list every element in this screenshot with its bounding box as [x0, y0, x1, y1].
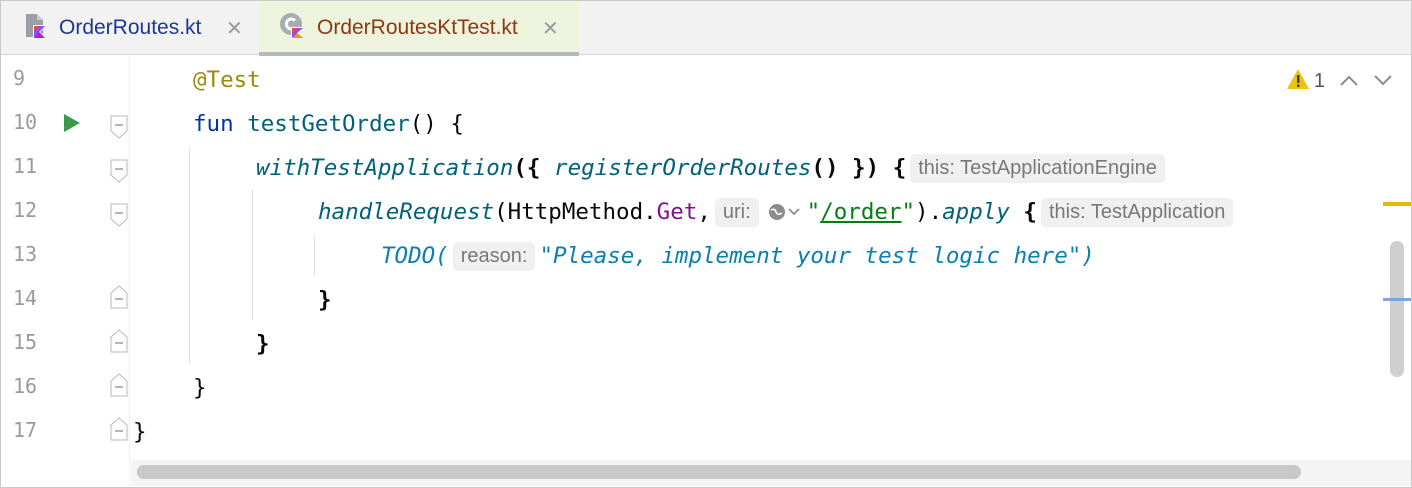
caret-marker: [1383, 298, 1411, 301]
inlay-hint: reason:: [452, 241, 536, 271]
vertical-scrollbar[interactable]: [1390, 241, 1404, 377]
code-editor[interactable]: 9 10 11 12 13 14 15 16 17 @Test fun test…: [1, 56, 1411, 487]
code-line: }: [133, 366, 207, 410]
function-call-token: handleRequest: [318, 199, 495, 225]
punctuation-token: ).: [915, 199, 943, 225]
inlay-hint: uri:: [714, 197, 759, 227]
warning-count: 1: [1313, 69, 1325, 92]
keyword-token: fun: [193, 111, 234, 137]
warning-icon: [1286, 68, 1310, 94]
tab-label: OrderRoutes.kt: [59, 16, 202, 39]
punctuation-token: ,: [697, 199, 711, 225]
code-line: }: [133, 278, 332, 322]
code-line: handleRequest (HttpMethod. Get, uri: "/orde…: [133, 190, 1237, 234]
code-line: TODO(reason: "Please, implement your test…: [133, 234, 1095, 278]
function-call-token: registerOrderRoutes: [554, 155, 812, 181]
close-tab-icon[interactable]: ✕: [226, 16, 243, 40]
code-area[interactable]: @Test fun testGetOrder() { withTestAppli…: [1, 56, 1401, 456]
ide-editor-window: OrderRoutes.kt ✕ OrderRoutesKtTest.kt ✕: [0, 0, 1412, 488]
annotation-token: @Test: [193, 67, 261, 93]
globe-icon[interactable]: [765, 201, 805, 223]
tab-order-routes-test[interactable]: OrderRoutesKtTest.kt ✕: [259, 1, 579, 56]
string-token: "Please, implement your test logic here"…: [539, 243, 1095, 269]
code-line: @Test: [133, 58, 261, 102]
close-tab-icon[interactable]: ✕: [542, 16, 559, 40]
punctuation-token: }: [193, 375, 207, 401]
punctuation-token: }: [256, 331, 270, 357]
chevron-down-icon[interactable]: [1373, 72, 1393, 91]
todo-call-token: TODO(: [381, 243, 449, 269]
function-name-token: testGetOrder: [247, 111, 410, 137]
punctuation-token: }: [318, 287, 332, 313]
tab-label: OrderRoutesKtTest.kt: [317, 16, 518, 39]
inlay-hint: this: TestApplication: [1040, 197, 1234, 227]
kotlin-file-icon: [23, 13, 49, 43]
kotlin-test-file-icon: [279, 12, 307, 44]
editor-tab-bar: OrderRoutes.kt ✕ OrderRoutesKtTest.kt ✕: [1, 1, 1411, 56]
argument-token: (HttpMethod.: [494, 199, 657, 225]
string-token: ": [901, 199, 916, 225]
punctuation-token: ({: [513, 155, 541, 181]
inlay-hint: this: TestApplicationEngine: [910, 153, 1165, 183]
url-link[interactable]: /order: [820, 199, 901, 225]
code-line: }: [133, 410, 147, 454]
function-call-token: apply: [942, 199, 1010, 225]
code-line: }: [133, 322, 270, 366]
horizontal-scrollbar[interactable]: [137, 465, 1301, 479]
punctuation-token: }: [133, 419, 147, 445]
warning-marker[interactable]: [1383, 202, 1411, 206]
enum-token: Get: [656, 199, 698, 225]
string-token: ": [806, 199, 821, 225]
code-line: withTestApplication({ registerOrderRoute…: [133, 146, 1169, 190]
punctuation-token: () }) {: [811, 155, 907, 181]
function-call-token: withTestApplication: [256, 155, 514, 181]
punctuation-token: {: [1023, 199, 1037, 225]
chevron-up-icon[interactable]: [1339, 72, 1359, 91]
inspection-widget[interactable]: 1: [1286, 68, 1393, 94]
punctuation-token: () {: [409, 111, 464, 137]
tab-order-routes[interactable]: OrderRoutes.kt ✕: [1, 1, 259, 55]
code-line: fun testGetOrder() {: [133, 102, 464, 146]
warnings-indicator[interactable]: 1: [1286, 68, 1325, 94]
